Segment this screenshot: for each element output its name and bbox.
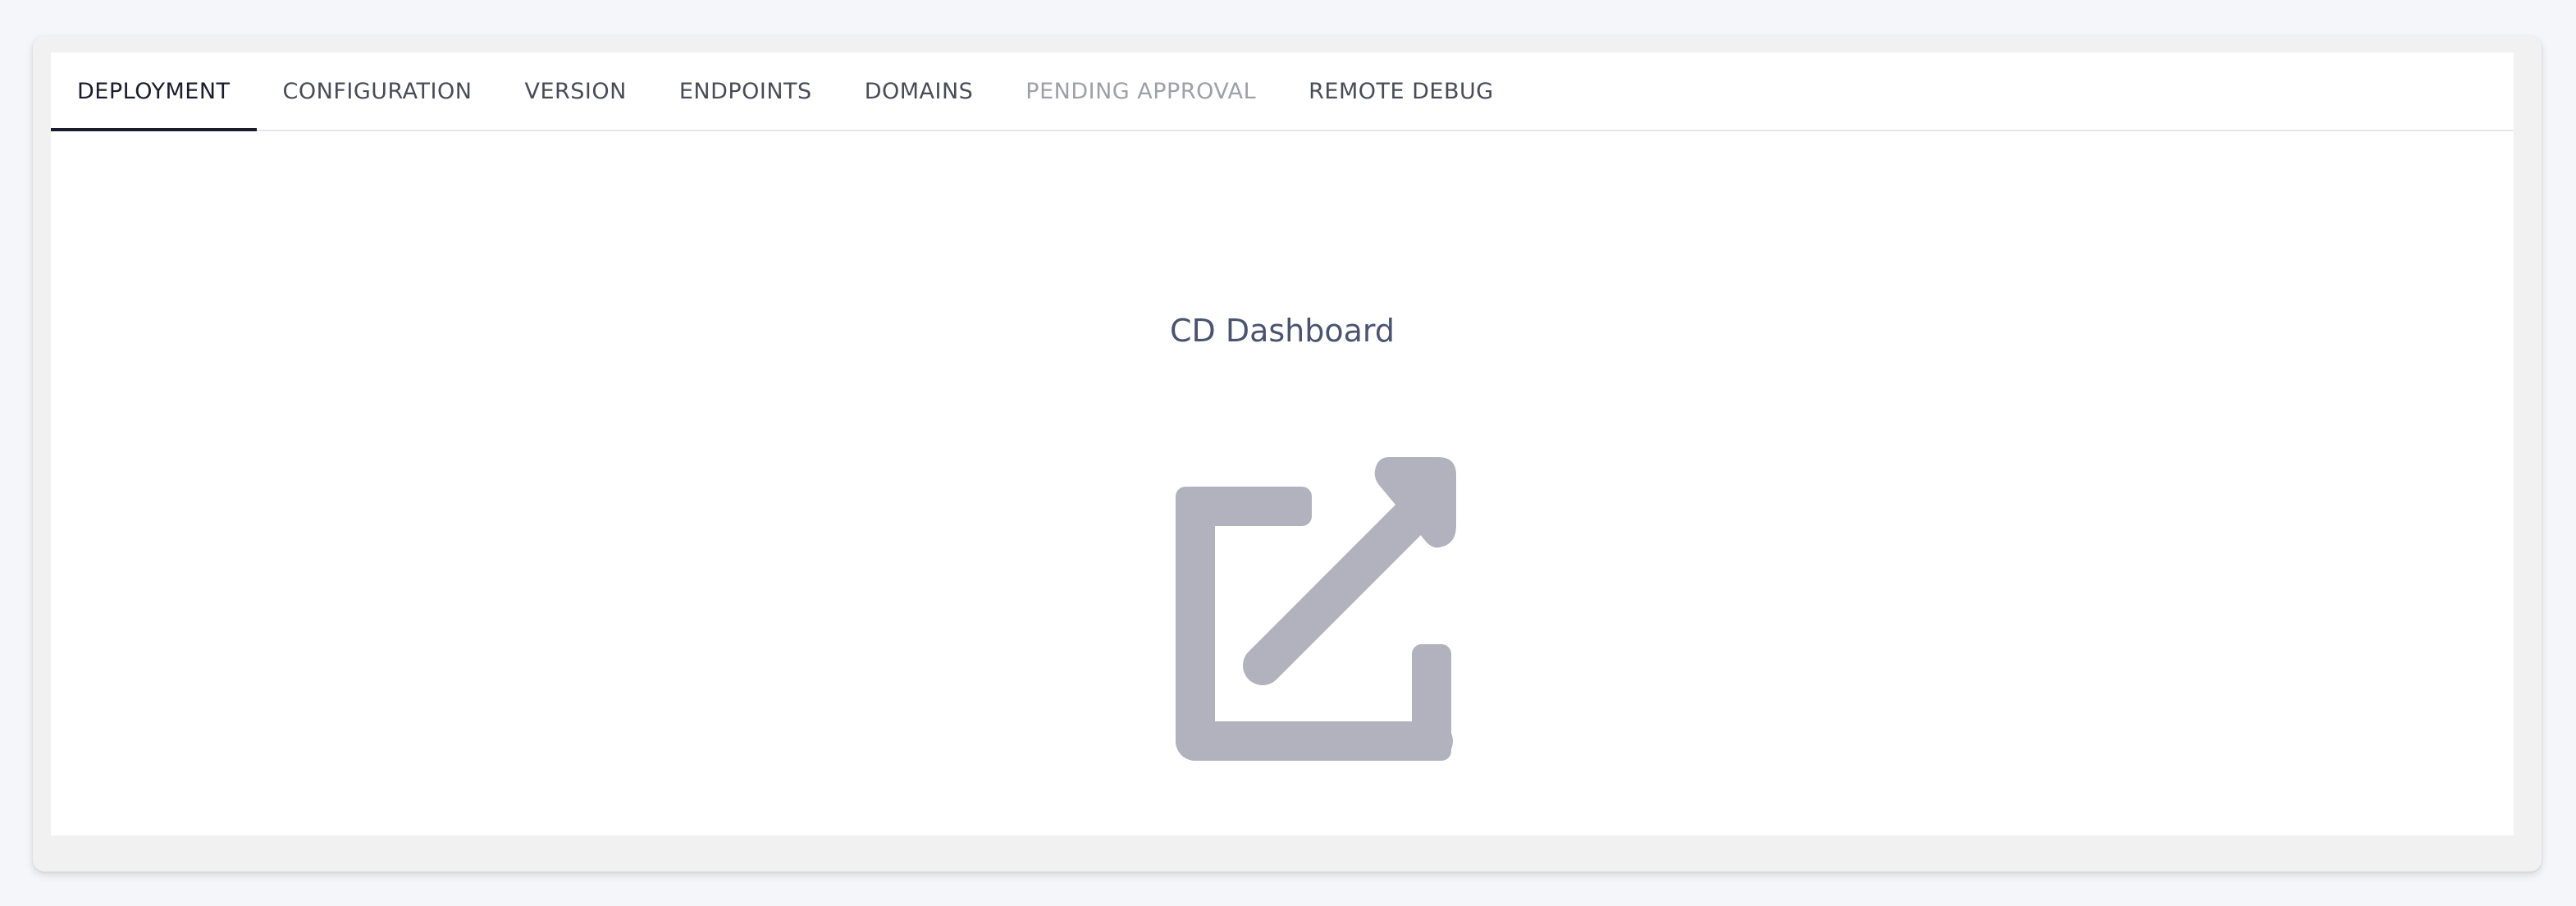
tabs-card: DEPLOYMENT CONFIGURATION VERSION ENDPOIN…	[33, 36, 2542, 872]
deployment-content: CD Dashboard	[51, 131, 2514, 835]
tab-pending-approval: PENDING APPROVAL	[1025, 78, 1257, 104]
external-link-icon	[1176, 457, 1456, 761]
tab-bar: DEPLOYMENT CONFIGURATION VERSION ENDPOIN…	[51, 53, 2514, 131]
tab-deployment[interactable]: DEPLOYMENT	[51, 53, 257, 131]
content-panel: DEPLOYMENT CONFIGURATION VERSION ENDPOIN…	[51, 53, 2514, 835]
dashboard-title: CD Dashboard	[1169, 313, 1395, 349]
tab-domains[interactable]: DOMAINS	[838, 53, 1000, 130]
tab-endpoints[interactable]: ENDPOINTS	[653, 53, 838, 130]
tab-remote-debug[interactable]: REMOTE DEBUG	[1282, 53, 1520, 130]
cd-dashboard-link[interactable]	[1158, 446, 1486, 774]
tab-configuration[interactable]: CONFIGURATION	[257, 53, 499, 130]
tab-version[interactable]: VERSION	[498, 53, 652, 130]
